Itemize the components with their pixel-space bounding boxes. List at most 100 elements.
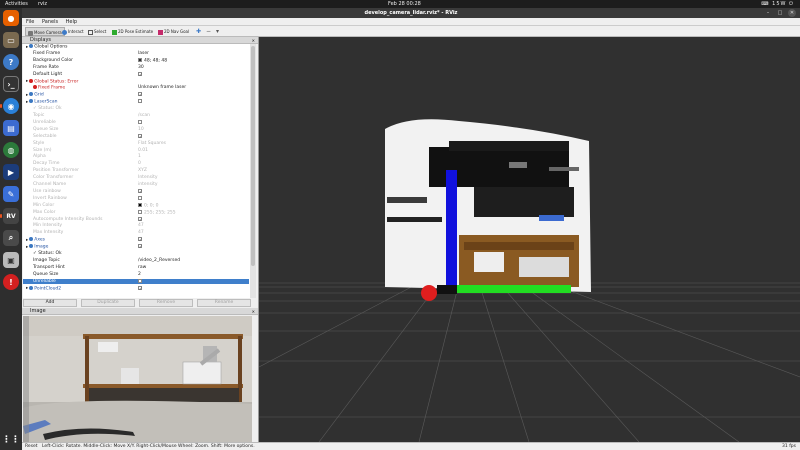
- tree-row[interactable]: Position Transformer XYZ: [23, 168, 249, 174]
- checkbox[interactable]: [138, 195, 142, 200]
- tree-row[interactable]: ✓ Status: Ok: [23, 251, 249, 257]
- pose-estimate-tool[interactable]: 2D Pose Estimate: [110, 27, 155, 36]
- system-tray[interactable]: ⌨ 15W ⏻: [761, 1, 794, 7]
- checkbox[interactable]: [138, 237, 142, 242]
- media-icon[interactable]: ▶: [3, 164, 19, 180]
- tree-row[interactable]: ▸ Image: [23, 244, 249, 250]
- checkbox[interactable]: [138, 278, 142, 283]
- tree-row[interactable]: ✓ Status: Ok: [23, 106, 249, 112]
- property-value[interactable]: [138, 188, 142, 195]
- files-icon[interactable]: ▭: [3, 32, 19, 48]
- more-tools-icon[interactable]: ▾: [214, 27, 221, 36]
- expand-arrow-icon[interactable]: ▸: [26, 286, 28, 291]
- tree-row[interactable]: Queue Size 2: [23, 272, 249, 278]
- tree-row[interactable]: Fixed Frame Unknown frame laser: [23, 85, 249, 91]
- interact-tool[interactable]: Interact: [60, 27, 86, 36]
- tree-row[interactable]: Background Color 48; 48; 48: [23, 57, 249, 64]
- property-value[interactable]: 0: [138, 161, 141, 167]
- tree-row[interactable]: Invert Rainbow: [23, 195, 249, 202]
- duplicate-button[interactable]: Duplicate: [81, 299, 135, 307]
- tree-row[interactable]: Unreliable: [23, 119, 249, 126]
- tree-row[interactable]: ▸ PointCloud2: [23, 285, 249, 292]
- tree-row[interactable]: Fixed Frame laser: [23, 51, 249, 57]
- tree-row[interactable]: Use rainbow: [23, 188, 249, 195]
- tree-row[interactable]: Default Light: [23, 71, 249, 78]
- property-value[interactable]: [138, 285, 142, 292]
- tree-row[interactable]: ▸ Grid: [23, 92, 249, 98]
- property-value[interactable]: 1: [138, 154, 141, 160]
- property-value[interactable]: 48; 48; 48: [138, 57, 167, 64]
- move-camera-tool[interactable]: Move Camera: [25, 27, 65, 36]
- nav-goal-tool[interactable]: 2D Nav Goal: [156, 27, 191, 36]
- property-value[interactable]: 47: [138, 230, 144, 236]
- property-value[interactable]: [138, 133, 142, 140]
- property-value[interactable]: [138, 237, 142, 243]
- help-icon[interactable]: ?: [3, 54, 19, 70]
- property-value[interactable]: XYZ: [138, 168, 147, 174]
- tree-row[interactable]: Max Color 255; 255; 255: [23, 209, 249, 216]
- tree-row[interactable]: Color Transformer Intensity: [23, 175, 249, 181]
- checkbox[interactable]: [138, 216, 142, 221]
- minimize-icon[interactable]: –: [764, 9, 772, 17]
- tree-row[interactable]: Transport Hint raw: [23, 265, 249, 271]
- tree-row[interactable]: ▸ Global Status: Error: [23, 78, 249, 85]
- tree-row[interactable]: ▸ LaserScan: [23, 99, 249, 105]
- search-icon[interactable]: ⌕: [3, 230, 19, 246]
- tree-row[interactable]: Alpha 1: [23, 154, 249, 160]
- property-value[interactable]: /video_2_Reversed: [138, 258, 180, 264]
- property-value[interactable]: [138, 119, 142, 126]
- editor-icon[interactable]: ✎: [3, 186, 19, 202]
- maximize-icon[interactable]: □: [776, 9, 784, 17]
- property-value[interactable]: 2: [138, 272, 141, 278]
- expand-arrow-icon[interactable]: ▸: [26, 245, 28, 250]
- checkbox[interactable]: [138, 133, 142, 138]
- expand-arrow-icon[interactable]: ▸: [26, 79, 28, 84]
- add-button[interactable]: Add: [23, 299, 77, 307]
- writer-icon[interactable]: ▤: [3, 120, 19, 136]
- tree-scrollbar[interactable]: [250, 44, 256, 298]
- tree-row[interactable]: Max Intensity 47: [23, 230, 249, 236]
- tree-row[interactable]: Frame Rate 30: [23, 65, 249, 71]
- tree-row[interactable]: Image Topic/video_2_Reversed: [23, 258, 249, 264]
- tree-row[interactable]: Autocompute Intensity Bounds: [23, 216, 249, 223]
- checkbox[interactable]: [138, 99, 142, 104]
- tree-row[interactable]: Min Color 0; 0; 0: [23, 202, 249, 209]
- 3d-viewport[interactable]: [259, 37, 800, 442]
- property-value[interactable]: [138, 99, 142, 105]
- tree-row[interactable]: ▸ Global Options: [23, 44, 249, 50]
- property-value[interactable]: raw: [138, 265, 146, 271]
- chrome-icon[interactable]: ◉: [0, 98, 19, 114]
- tree-row[interactable]: ▸ Axes: [23, 237, 249, 243]
- displays-tree[interactable]: ▸ Global Options Fixed Frame laser Backgroun…: [23, 44, 256, 298]
- add-tool-icon[interactable]: ✚: [194, 27, 203, 36]
- firefox-icon[interactable]: ●: [3, 10, 19, 26]
- property-value[interactable]: 0; 0; 0: [138, 202, 158, 209]
- property-value[interactable]: [138, 278, 142, 285]
- property-value[interactable]: Flat Squares: [138, 141, 166, 147]
- property-value[interactable]: 255; 255; 255: [138, 209, 176, 216]
- close-icon[interactable]: ✕: [788, 9, 796, 17]
- app-menu[interactable]: rviz: [38, 1, 47, 7]
- property-value[interactable]: [138, 92, 142, 98]
- expand-arrow-icon[interactable]: ▸: [26, 100, 28, 105]
- checkbox[interactable]: [138, 92, 142, 97]
- property-value[interactable]: Intensity: [138, 175, 158, 181]
- tree-row[interactable]: Selectable: [23, 133, 249, 140]
- tree-row[interactable]: Topic/scan: [23, 113, 249, 119]
- property-value[interactable]: [138, 195, 142, 202]
- property-value[interactable]: intensity: [138, 182, 158, 188]
- expand-arrow-icon[interactable]: ▸: [26, 93, 28, 98]
- menu-panels[interactable]: Panels: [42, 18, 58, 26]
- checkbox[interactable]: [138, 119, 142, 124]
- tree-row[interactable]: Decay Time 0: [23, 161, 249, 167]
- expand-arrow-icon[interactable]: ▸: [26, 238, 28, 243]
- tree-row[interactable]: Queue Size 10: [23, 127, 249, 133]
- globe-icon[interactable]: ◍: [3, 142, 19, 158]
- checkbox[interactable]: [138, 285, 142, 290]
- property-value[interactable]: 10: [138, 127, 144, 133]
- close-panel-icon[interactable]: ✕: [252, 37, 255, 44]
- tree-row[interactable]: Unreliable: [23, 278, 249, 285]
- checkbox[interactable]: [138, 188, 142, 193]
- alert-icon[interactable]: !: [3, 274, 19, 290]
- scroll-thumb[interactable]: [251, 46, 255, 266]
